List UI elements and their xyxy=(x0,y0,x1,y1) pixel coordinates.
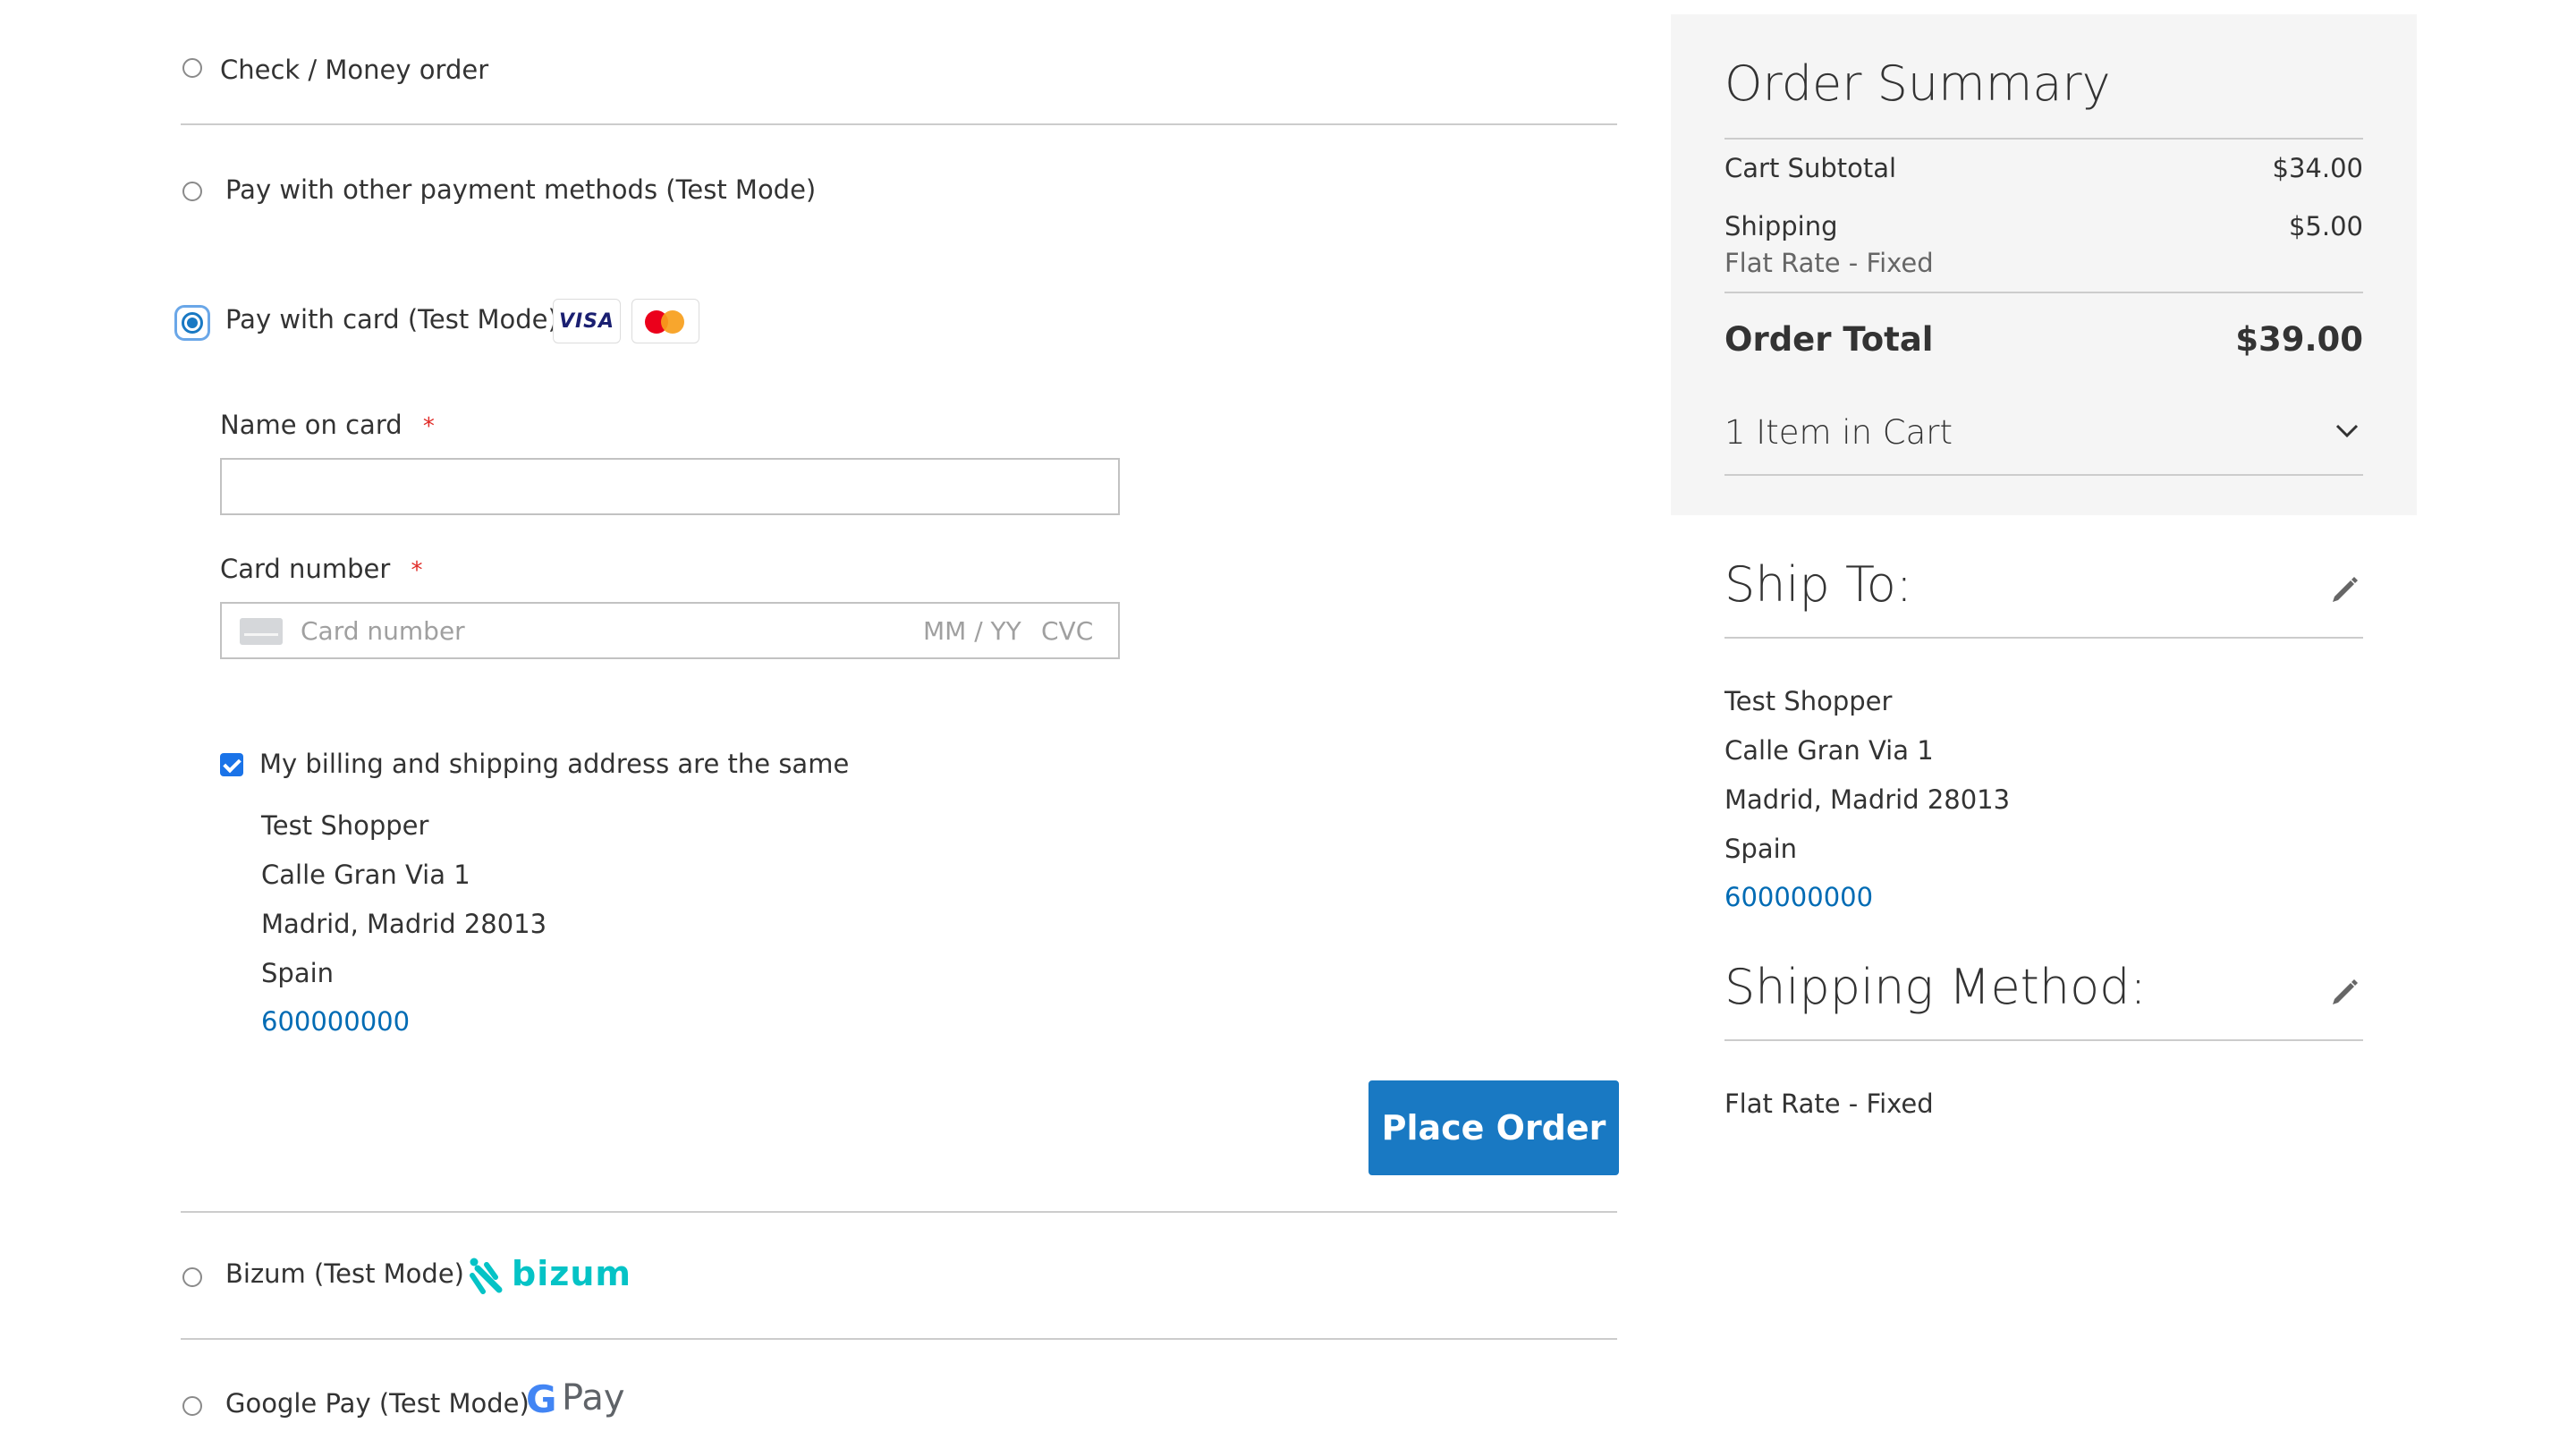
order-summary-title: Order Summary xyxy=(1724,55,2111,112)
check-money-order-radio[interactable] xyxy=(182,58,202,78)
ship-to-country: Spain xyxy=(1724,834,1798,864)
card-number-field[interactable]: Card number MM / YY CVC xyxy=(220,602,1120,659)
name-on-card-label: Name on card * xyxy=(220,410,435,440)
divider xyxy=(181,1211,1617,1213)
cart-subtotal-value: $34.00 xyxy=(2272,153,2363,183)
google-pay-text: Pay xyxy=(562,1377,625,1419)
ship-to-city: Madrid, Madrid 28013 xyxy=(1724,784,2011,815)
card-label[interactable]: Pay with card (Test Mode) xyxy=(225,303,558,335)
chevron-down-icon xyxy=(2335,424,2359,438)
divider xyxy=(1724,474,2363,476)
divider xyxy=(1724,138,2363,140)
billing-country: Spain xyxy=(261,958,335,988)
billing-city: Madrid, Madrid 28013 xyxy=(261,909,547,939)
cvc-placeholder[interactable]: CVC xyxy=(1041,616,1093,646)
billing-street: Calle Gran Via 1 xyxy=(261,860,470,890)
other-methods-radio[interactable] xyxy=(182,182,202,201)
divider xyxy=(181,1338,1617,1340)
google-pay-radio[interactable] xyxy=(182,1396,202,1416)
card-radio[interactable] xyxy=(177,308,208,338)
ship-to-street: Calle Gran Via 1 xyxy=(1724,735,1934,766)
shipping-method-title: Shipping Method: xyxy=(1724,959,2147,1015)
check-money-order-label[interactable]: Check / Money order xyxy=(220,54,488,86)
other-methods-label[interactable]: Pay with other payment methods (Test Mod… xyxy=(225,174,816,206)
name-on-card-input[interactable] xyxy=(220,458,1120,515)
bizum-label[interactable]: Bizum (Test Mode) xyxy=(225,1258,464,1290)
visa-icon: VISA xyxy=(553,299,621,343)
edit-ship-to-pencil-icon[interactable] xyxy=(2329,574,2360,605)
required-marker: * xyxy=(422,413,435,440)
ship-to-phone-link[interactable]: 600000000 xyxy=(1724,881,1873,913)
edit-shipping-method-pencil-icon[interactable] xyxy=(2329,977,2360,1007)
divider xyxy=(1724,637,2363,639)
ship-to-name: Test Shopper xyxy=(1724,686,1893,716)
shipping-method-value: Flat Rate - Fixed xyxy=(1724,1088,1934,1119)
mastercard-icon xyxy=(631,299,699,343)
required-marker: * xyxy=(411,557,423,584)
shipping-label: Shipping xyxy=(1724,211,1838,241)
cart-subtotal-label: Cart Subtotal xyxy=(1724,153,1897,183)
shipping-value: $5.00 xyxy=(2288,211,2363,241)
divider xyxy=(181,123,1617,125)
divider xyxy=(1724,292,2363,293)
bizum-radio[interactable] xyxy=(182,1267,202,1287)
billing-phone-link[interactable]: 600000000 xyxy=(261,1005,410,1038)
card-number-label: Card number * xyxy=(220,554,423,584)
billing-same-label[interactable]: My billing and shipping address are the … xyxy=(259,748,849,780)
card-icon xyxy=(240,618,283,645)
place-order-button[interactable]: Place Order xyxy=(1368,1080,1619,1175)
items-in-cart-toggle[interactable]: 1 Item in Cart xyxy=(1724,408,2363,472)
shipping-method-name: Flat Rate - Fixed xyxy=(1724,248,1934,278)
billing-name: Test Shopper xyxy=(261,810,429,841)
order-total-label: Order Total xyxy=(1724,320,1934,359)
card-number-placeholder: Card number xyxy=(301,616,465,646)
ship-to-title: Ship To: xyxy=(1724,556,1912,613)
bizum-logo: bizum xyxy=(469,1252,631,1300)
billing-same-checkbox[interactable] xyxy=(220,753,243,776)
google-pay-logo: G Pay xyxy=(526,1377,625,1427)
expiry-placeholder[interactable]: MM / YY xyxy=(923,616,1021,646)
bizum-icon xyxy=(470,1258,503,1294)
divider xyxy=(1724,1039,2363,1041)
order-total-value: $39.00 xyxy=(2235,320,2363,359)
items-in-cart-label: 1 Item in Cart xyxy=(1724,413,1953,452)
google-g-icon: G xyxy=(526,1377,557,1421)
google-pay-label[interactable]: Google Pay (Test Mode) xyxy=(225,1387,530,1419)
